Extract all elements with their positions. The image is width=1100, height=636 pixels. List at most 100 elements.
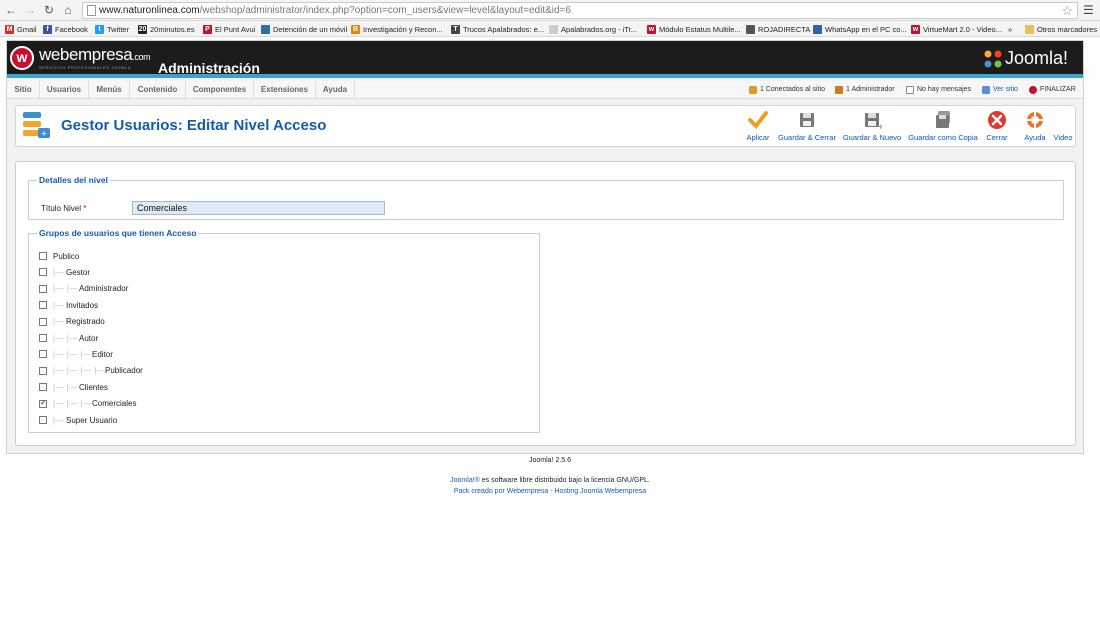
help-button[interactable]: Ayuda [1021, 110, 1049, 144]
bookmark-item[interactable]: Apalabrados.org - iTr... [549, 23, 637, 35]
save-copy-icon [936, 111, 950, 128]
group-row[interactable]: |— Registrado [39, 315, 105, 329]
bookmark-item[interactable]: w Módulo Estatus Multile... [647, 23, 741, 35]
bookmark-item[interactable]: w VirtueMart 2.0 - Video... [911, 23, 1002, 35]
bookmark-label: ROJADIRECTA [758, 24, 811, 34]
group-checkbox[interactable] [39, 416, 47, 424]
group-row[interactable]: |— |— Autor [39, 331, 98, 345]
brand-name: webempresa.com [39, 45, 151, 64]
group-row[interactable]: |— |— |— Comerciales [39, 397, 136, 411]
menu-menus[interactable]: Menús [89, 81, 130, 98]
bookmark-other[interactable]: Otros marcadores [1025, 23, 1097, 35]
bookmark-label: Apalabrados.org - iTr... [561, 24, 638, 34]
close-button[interactable]: Cerrar [982, 110, 1012, 144]
save-copy-button[interactable]: Guardar como Copia [908, 110, 978, 144]
webempresa-logo-icon: w [10, 46, 34, 70]
status-admins: 1 Administrador [835, 81, 895, 98]
folder-icon [1025, 24, 1034, 34]
bookmark-favicon-icon: 20 [138, 24, 147, 34]
group-checkbox[interactable] [39, 268, 47, 277]
group-checkbox[interactable] [39, 284, 47, 293]
users-icon [749, 85, 757, 94]
group-checkbox[interactable] [39, 317, 47, 326]
bookmark-label: VirtueMart 2.0 - Video... [923, 24, 1002, 34]
bookmark-favicon-icon: f [43, 24, 52, 34]
status-messages[interactable]: No hay mensajes [906, 81, 971, 98]
menu-extensiones[interactable]: Extensiones [254, 81, 316, 98]
group-row[interactable]: |— |— Administrador [39, 282, 128, 296]
group-row[interactable]: |— Super Usuario [39, 413, 117, 427]
view-site-link[interactable]: Ver sitio [982, 81, 1018, 98]
group-row[interactable]: |— Gestor [39, 265, 90, 279]
bookmarks-overflow-chevron[interactable]: » [1008, 23, 1012, 35]
bookmark-item[interactable]: P El Punt Avui [203, 23, 255, 35]
logout-link[interactable]: FINALIZAR [1029, 81, 1076, 98]
group-checkbox[interactable] [39, 252, 47, 260]
bookmark-item[interactable]: 20 20minutos.es [138, 23, 195, 35]
page-icon [87, 5, 96, 16]
apply-button[interactable]: Aplicar [741, 110, 775, 144]
group-checkbox[interactable] [39, 301, 47, 310]
menu-ayuda[interactable]: Ayuda [316, 81, 355, 98]
reload-icon[interactable]: ↻ [42, 3, 56, 17]
group-row[interactable]: |— |— |— Editor [39, 347, 113, 361]
bookmark-item[interactable]: M Gmail [5, 23, 37, 35]
group-checkbox[interactable] [39, 398, 47, 408]
tree-indent: |— [53, 267, 65, 277]
level-details-legend: Detalles del nivel [39, 175, 108, 185]
bookmark-label: Módulo Estatus Multile... [659, 24, 741, 34]
bookmark-label: Twitter [107, 24, 130, 34]
footer-license: Joomla!® es software libre distribuido b… [450, 477, 650, 484]
bookmark-star-icon[interactable]: ☆ [1061, 3, 1073, 19]
group-checkbox[interactable] [39, 350, 47, 359]
group-row[interactable]: Publico [39, 249, 79, 263]
group-row[interactable]: |— Invitados [39, 298, 98, 312]
save-close-button[interactable]: Guardar & Cerrar [776, 110, 838, 144]
menu-sitio[interactable]: Sitio [7, 81, 40, 98]
tree-indent: |— [53, 300, 65, 310]
group-name: Autor [79, 333, 99, 343]
group-name: Publicador [105, 366, 143, 376]
group-name: Comerciales [92, 399, 137, 409]
bookmark-item[interactable]: Detención de un móvil [261, 23, 347, 35]
group-name: Gestor [66, 267, 91, 277]
bookmark-favicon-icon: t [95, 24, 104, 34]
menu-contenido[interactable]: Contenido [130, 81, 186, 98]
power-icon [1029, 85, 1037, 94]
bookmark-item[interactable]: f Facebook [43, 23, 88, 35]
back-arrow-icon[interactable]: ← [4, 3, 18, 17]
bookmark-item[interactable]: t Twitter [95, 23, 129, 35]
joomla-link[interactable]: Joomla!® [450, 477, 480, 484]
menu-usuarios[interactable]: Usuarios [40, 81, 89, 98]
admin-header: w webempresa.com SERVICIOS PROFESIONALES… [7, 41, 1083, 78]
tree-indent: |— |— |— |— [53, 366, 105, 376]
bookmark-label: Gmail [17, 24, 37, 34]
group-checkbox[interactable] [39, 383, 47, 392]
home-icon[interactable]: ⌂ [61, 3, 75, 17]
group-row[interactable]: |— |— |— |— Publicador [39, 364, 143, 378]
access-levels-icon: + [23, 112, 50, 138]
bookmark-label: Facebook [55, 24, 88, 34]
bookmark-item[interactable]: B Investigación y Recon... [351, 23, 443, 35]
video-button[interactable]: Video [1052, 110, 1074, 144]
bookmark-item[interactable]: ROJADIRECTA [746, 23, 810, 35]
menu-componentes[interactable]: Componentes [186, 81, 254, 98]
checkmark-icon [748, 111, 768, 130]
group-checkbox[interactable] [39, 334, 47, 342]
bookmark-label: El Punt Avui [215, 24, 256, 34]
browser-menu-icon[interactable]: ☰ [1083, 3, 1094, 17]
group-checkbox[interactable] [39, 366, 47, 375]
group-name: Registrado [66, 317, 105, 327]
bookmark-item[interactable]: WhatsApp en el PC co... [813, 23, 907, 35]
group-name: Super Usuario [66, 415, 118, 425]
bookmark-item[interactable]: T Trucos Apalabrados: e... [451, 23, 544, 35]
admin-title: Administración [158, 60, 260, 76]
group-row[interactable]: |— |— Clientes [39, 380, 108, 394]
required-marker: * [83, 204, 87, 213]
forward-arrow-icon[interactable]: → [23, 3, 37, 17]
joomla-logo: Joomla! [983, 48, 1068, 69]
save-new-button[interactable]: + Guardar & Nuevo [842, 110, 902, 144]
webempresa-credit-link[interactable]: Pack creado por Webempresa - Hosting Joo… [454, 488, 646, 495]
address-bar[interactable]: www.naturonlinea.com/webshop/administrat… [82, 2, 1078, 19]
level-title-input[interactable] [132, 201, 385, 215]
